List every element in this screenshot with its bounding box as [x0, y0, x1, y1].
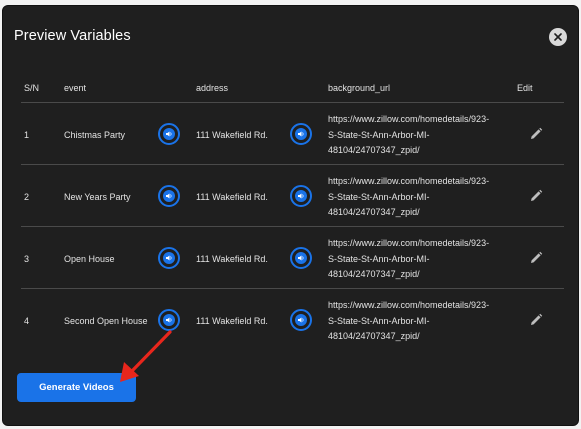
url-line: https://www.zillow.com/homedetails/923- — [328, 238, 490, 248]
pencil-icon[interactable] — [529, 313, 543, 327]
row-event: Open House — [64, 254, 115, 264]
header-sn: S/N — [24, 83, 40, 93]
row-event: New Years Party — [64, 192, 131, 202]
url-line: S-State-St-Ann-Arbor-MI- — [328, 253, 430, 264]
url-line: S-State-St-Ann-Arbor-MI- — [328, 129, 430, 140]
row-address: 111 Wakefield Rd. — [196, 316, 268, 326]
header-address: address — [196, 83, 229, 93]
row-sn: 2 — [24, 192, 30, 202]
address-audio-button[interactable] — [290, 185, 312, 207]
row-address: 111 Wakefield Rd. — [196, 254, 268, 264]
speaker-icon — [295, 252, 307, 264]
close-icon — [554, 33, 562, 41]
table-row: 4 Second Open House 111 Wakefield Rd. ht… — [3, 289, 580, 351]
url-line: 48104/24707347_zpid/ — [328, 145, 420, 155]
generate-videos-button[interactable]: Generate Videos — [17, 373, 136, 402]
pencil-icon[interactable] — [529, 127, 543, 141]
row-address: 111 Wakefield Rd. — [196, 130, 268, 140]
row-event: Chistmas Party — [64, 130, 126, 140]
row-background-url: https://www.zillow.com/homedetails/923- … — [328, 298, 518, 345]
address-audio-button[interactable] — [290, 123, 312, 145]
pencil-icon[interactable] — [529, 251, 543, 265]
modal-title: Preview Variables — [14, 28, 131, 44]
header-background-url: background_url — [328, 83, 391, 93]
row-sn: 4 — [24, 316, 30, 326]
speaker-icon — [163, 190, 175, 202]
row-sn: 3 — [24, 254, 30, 264]
row-sn: 1 — [24, 130, 30, 140]
screenshot-frame: Preview Variables S/N event address back… — [0, 0, 581, 429]
row-address: 111 Wakefield Rd. — [196, 192, 268, 202]
speaker-icon — [163, 128, 175, 140]
url-line: 48104/24707347_zpid/ — [328, 269, 420, 279]
row-event: Second Open House — [64, 316, 148, 326]
row-background-url: https://www.zillow.com/homedetails/923- … — [328, 236, 518, 283]
url-line: 48104/24707347_zpid/ — [328, 331, 420, 341]
table-row: 1 Chistmas Party 111 Wakefield Rd. https… — [3, 103, 580, 165]
preview-variables-modal: Preview Variables S/N event address back… — [2, 5, 579, 426]
header-edit: Edit — [517, 83, 533, 93]
url-line: S-State-St-Ann-Arbor-MI- — [328, 315, 430, 326]
header-event: event — [64, 83, 87, 93]
event-audio-button[interactable] — [158, 123, 180, 145]
event-audio-button[interactable] — [158, 185, 180, 207]
event-audio-button[interactable] — [158, 309, 180, 331]
close-button[interactable] — [549, 28, 567, 46]
speaker-icon — [295, 190, 307, 202]
row-background-url: https://www.zillow.com/homedetails/923- … — [328, 112, 518, 159]
table-row: 3 Open House 111 Wakefield Rd. https://w… — [3, 227, 580, 289]
url-line: https://www.zillow.com/homedetails/923- — [328, 176, 490, 186]
url-line: 48104/24707347_zpid/ — [328, 207, 420, 217]
url-line: S-State-St-Ann-Arbor-MI- — [328, 191, 430, 202]
pencil-icon[interactable] — [529, 189, 543, 203]
speaker-icon — [163, 314, 175, 326]
row-background-url: https://www.zillow.com/homedetails/923- … — [328, 174, 518, 221]
speaker-icon — [295, 314, 307, 326]
url-line: https://www.zillow.com/homedetails/923- — [328, 300, 490, 310]
speaker-icon — [295, 128, 307, 140]
url-line: https://www.zillow.com/homedetails/923- — [328, 114, 490, 124]
table-row: 2 New Years Party 111 Wakefield Rd. http… — [3, 165, 580, 227]
address-audio-button[interactable] — [290, 309, 312, 331]
address-audio-button[interactable] — [290, 247, 312, 269]
event-audio-button[interactable] — [158, 247, 180, 269]
speaker-icon — [163, 252, 175, 264]
